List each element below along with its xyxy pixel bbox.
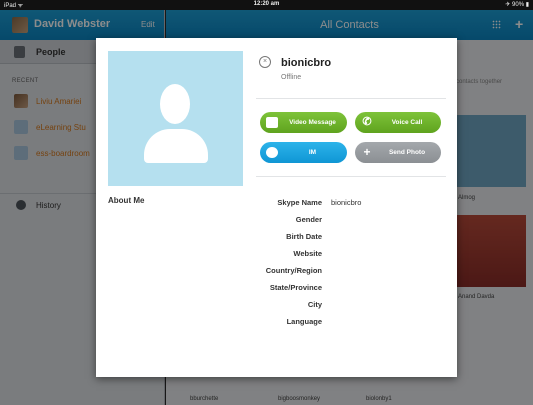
phone-icon: ✆ — [362, 116, 372, 128]
field-label: Website — [293, 249, 322, 258]
send-photo-label: Send Photo — [388, 149, 426, 156]
voice-call-button[interactable]: ✆ Voice Call — [355, 112, 441, 133]
contact-status: Offline — [281, 74, 302, 81]
field-label: Skype Name — [277, 198, 322, 207]
chat-icon — [266, 147, 278, 158]
clock: 12:20 am — [253, 1, 280, 7]
send-photo-button[interactable]: + Send Photo — [355, 142, 441, 163]
divider — [256, 176, 446, 177]
plus-icon: + — [363, 145, 371, 159]
voice-call-label: Voice Call — [391, 119, 423, 126]
field-label: City — [307, 300, 322, 309]
video-camera-icon — [266, 117, 278, 128]
default-avatar-body — [144, 129, 208, 163]
battery-indicator: ✈ 90% ▮ — [505, 2, 529, 8]
field-label: Language — [286, 317, 322, 326]
status-bar: iPad ᯤ 12:20 am ✈ 90% ▮ — [0, 0, 533, 10]
profile-picture — [108, 51, 243, 186]
field-label: Gender — [295, 215, 322, 224]
im-button[interactable]: IM — [260, 142, 347, 163]
skype-name-value: bionicbro — [331, 198, 362, 207]
video-message-button[interactable]: Video Message — [260, 112, 347, 133]
field-label: State/Province — [269, 283, 322, 292]
offline-status-icon: × — [259, 56, 271, 68]
im-label: IM — [308, 149, 317, 156]
field-label: Country/Region — [265, 266, 322, 275]
video-message-label: Video Message — [289, 119, 336, 126]
divider — [256, 98, 446, 99]
default-avatar-head — [160, 84, 190, 124]
contact-username: bionicbro — [281, 57, 332, 69]
field-label: Birth Date — [286, 232, 322, 241]
contact-profile-dialog: About Me × bionicbro Offline Video Messa… — [96, 38, 457, 377]
